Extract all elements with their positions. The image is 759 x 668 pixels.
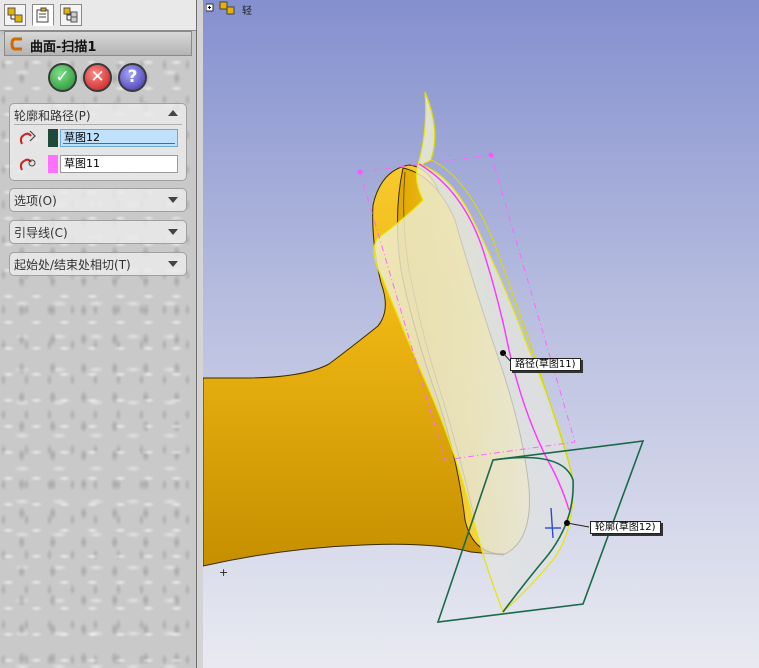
profile-icon [19, 130, 36, 145]
options-group[interactable]: 选项(O) [9, 188, 187, 212]
sweep-surface-icon [10, 37, 22, 51]
path-color-swatch [48, 155, 58, 173]
expand-arrow-icon[interactable] [168, 197, 178, 203]
profile-selection-field[interactable]: 草图12 [60, 129, 178, 147]
checkmark-icon: ✓ [55, 67, 70, 87]
close-icon: ✕ [90, 67, 105, 87]
tab-propertymanager[interactable] [32, 4, 54, 26]
profile-selection-row: 草图12 [14, 128, 182, 148]
help-icon: ? [127, 67, 138, 87]
feature-title: 曲面-扫描1 [30, 40, 97, 55]
expand-arrow-icon[interactable] [168, 229, 178, 235]
path-icon [19, 158, 36, 171]
expand-arrow-icon[interactable] [168, 261, 178, 267]
manager-tabs [0, 0, 196, 31]
profile-path-group-label: 轮廓和路径(P) [14, 109, 91, 123]
graphics-area[interactable]: + [203, 0, 759, 668]
path-selection-row: 草图11 [14, 154, 182, 174]
tangency-group-label: 起始处/结束处相切(T) [14, 258, 131, 272]
tab-featuremanager[interactable] [4, 4, 26, 26]
feature-tree-icon [7, 7, 23, 23]
property-manager-panel: 曲面-扫描1 ✓ ✕ ? 轮廓和路径(P) 草图12 草图11 选项(O) 引导… [0, 0, 197, 668]
model-view: + [203, 91, 645, 623]
guide-curves-group-label: 引导线(C) [14, 226, 68, 240]
group-divider [14, 124, 182, 125]
guide-curves-group[interactable]: 引导线(C) [9, 220, 187, 244]
path-selection-field[interactable]: 草图11 [60, 155, 178, 173]
profile-callout-leader [566, 522, 590, 528]
tangency-group[interactable]: 起始处/结束处相切(T) [9, 252, 187, 276]
feature-tree-label: 轻 [242, 6, 252, 17]
ok-button[interactable]: ✓ [48, 63, 77, 92]
property-manager-icon [36, 7, 49, 23]
path-callout[interactable]: 路径(草图11) [510, 358, 581, 371]
origin-marker: + [219, 566, 228, 579]
path-value: 草图11 [64, 157, 100, 170]
help-button[interactable]: ? [118, 63, 147, 92]
feature-tree-flyout-icon[interactable] [206, 1, 240, 15]
selection-highlight [63, 143, 175, 144]
collapse-arrow-icon[interactable] [168, 110, 178, 116]
tab-configurationmanager[interactable] [60, 4, 82, 26]
profile-callout[interactable]: 轮廓(草图12) [590, 521, 661, 534]
profile-path-group: 轮廓和路径(P) 草图12 草图11 [9, 103, 187, 181]
cancel-button[interactable]: ✕ [83, 63, 112, 92]
options-group-label: 选项(O) [14, 194, 57, 208]
profile-color-swatch [48, 129, 58, 147]
feature-titlebar: 曲面-扫描1 [4, 31, 192, 56]
configuration-icon [63, 7, 78, 23]
